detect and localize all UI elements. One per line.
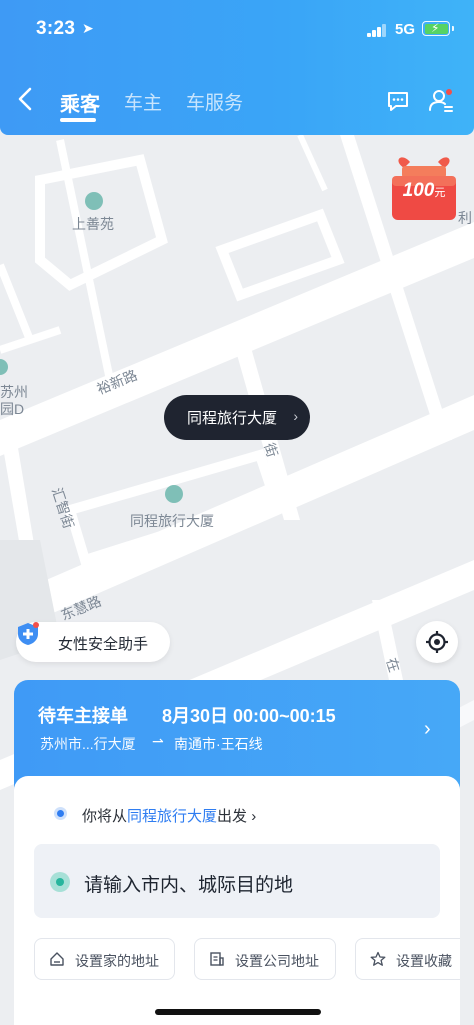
promo-gift-badge[interactable]: 100元 xyxy=(388,150,460,222)
trip-origin: 苏州市...行大厦 xyxy=(40,736,136,752)
origin-line[interactable]: 你将从同程旅行大厦出发 › xyxy=(82,805,256,826)
chevron-right-icon: › xyxy=(424,718,431,740)
crosshair-icon xyxy=(426,631,448,653)
map-label-poi: 同程旅行大厦 xyxy=(130,513,214,529)
selected-place-name: 同程旅行大厦 xyxy=(187,410,278,427)
status-bar: 3:23 ➤ 5G ⚡ xyxy=(0,0,474,60)
tab-car-services[interactable]: 车服务 xyxy=(186,88,243,115)
status-time: 3:23 xyxy=(36,18,76,39)
trip-status: 待车主接单 xyxy=(38,706,128,726)
origin-dot-icon xyxy=(54,807,67,820)
set-favorite-address-button[interactable]: 设置收藏 xyxy=(355,938,460,980)
header: 3:23 ➤ 5G ⚡ 乘客 车主 车服务 xyxy=(0,0,474,135)
destination-placeholder: 请输入市内、城际目的地 xyxy=(84,875,294,896)
safety-button-label: 女性安全助手 xyxy=(58,636,149,653)
office-icon xyxy=(210,952,224,966)
destination-dot-icon xyxy=(50,872,70,892)
map-label-poi: 上善苑 xyxy=(72,216,114,232)
user-settings-icon[interactable] xyxy=(428,88,454,114)
booking-sheet: 你将从同程旅行大厦出发 › 请输入市内、城际目的地 设置家的地址 设置公司地址 … xyxy=(14,776,460,1025)
home-icon xyxy=(50,952,64,966)
route-arrow-icon: ⇀ xyxy=(152,733,164,749)
set-office-address-button[interactable]: 设置公司地址 xyxy=(194,938,336,980)
origin-place: 同程旅行大厦 xyxy=(127,808,218,825)
location-arrow-icon: ➤ xyxy=(82,20,94,36)
battery-icon: ⚡ xyxy=(422,21,454,36)
map-label-edge: 利 xyxy=(458,210,472,226)
map-label-edge: 园D xyxy=(0,401,25,417)
trip-destination: 南通市·王石线 xyxy=(174,736,263,752)
shield-plus-icon xyxy=(18,622,39,645)
female-safety-assistant-button[interactable]: 女性安全助手 xyxy=(16,622,170,662)
set-home-address-button[interactable]: 设置家的地址 xyxy=(34,938,175,980)
nav-bar: 乘客 车主 车服务 xyxy=(0,78,474,126)
trip-datetime: 8月30日 00:00~00:15 xyxy=(162,706,336,726)
tab-passenger[interactable]: 乘客 xyxy=(60,88,100,117)
message-icon[interactable] xyxy=(386,90,410,112)
locate-me-button[interactable] xyxy=(416,621,458,663)
active-tab-indicator xyxy=(60,118,96,122)
network-type: 5G xyxy=(395,21,416,38)
home-indicator xyxy=(155,1009,321,1015)
back-chevron-icon[interactable] xyxy=(12,84,38,114)
promo-amount: 100元 xyxy=(402,180,446,201)
tab-driver[interactable]: 车主 xyxy=(124,88,162,115)
signal-icon xyxy=(367,23,387,37)
star-icon xyxy=(370,951,386,966)
destination-input[interactable]: 请输入市内、城际目的地 xyxy=(34,844,440,918)
chevron-right-icon: › xyxy=(293,408,298,424)
selected-place-bubble[interactable]: 同程旅行大厦 › xyxy=(164,395,310,440)
